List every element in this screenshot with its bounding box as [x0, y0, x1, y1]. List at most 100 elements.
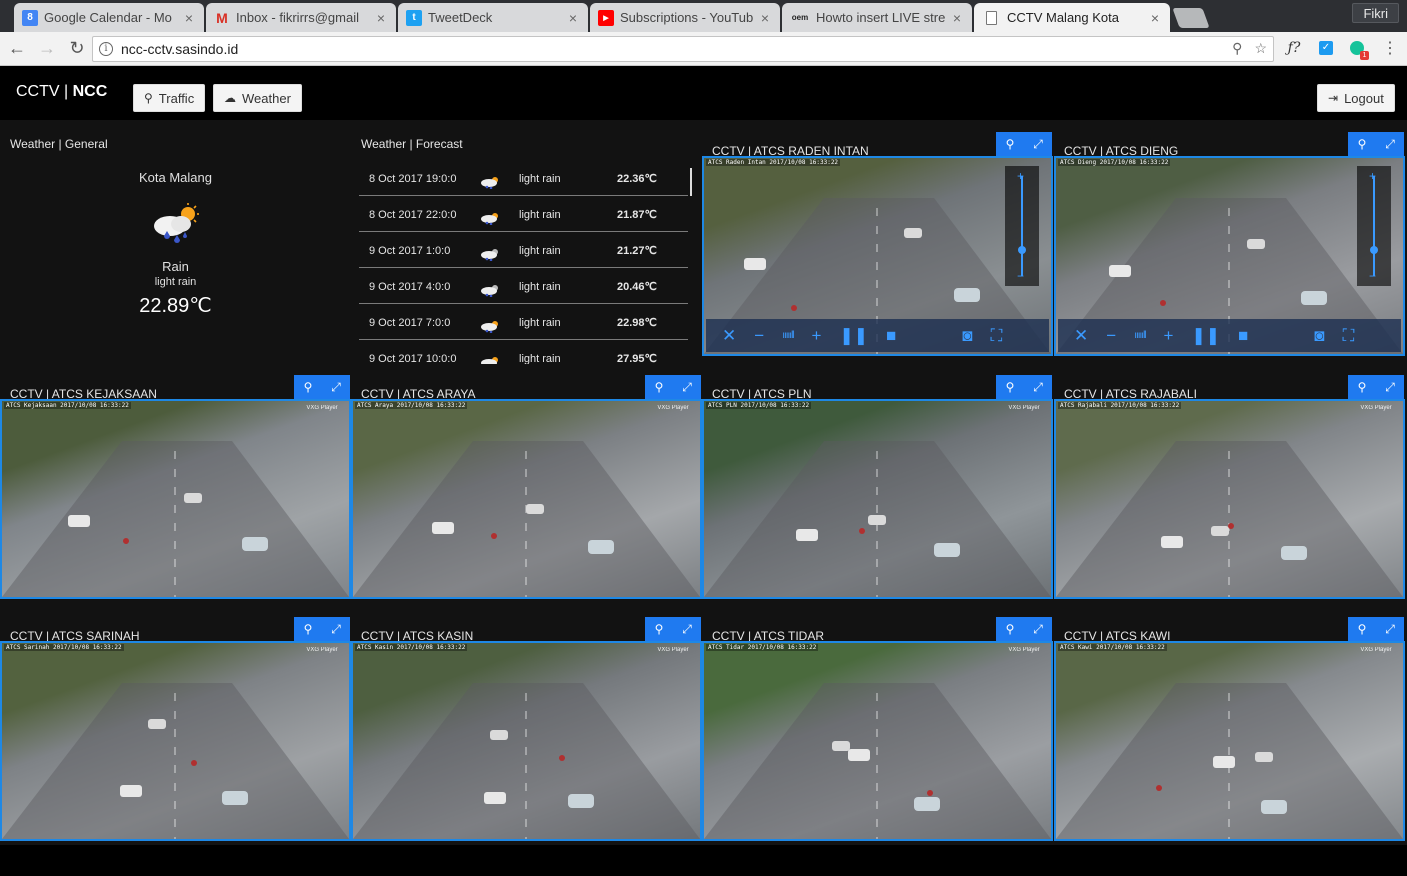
extension-fx-icon[interactable]: ƒ?	[1284, 38, 1304, 58]
expand-button[interactable]: ⤢	[1024, 132, 1052, 156]
tab-title: Howto insert LIVE stre	[816, 10, 946, 25]
volume-up-icon[interactable]: +	[1164, 326, 1174, 346]
map-pin-icon: ⚲	[1005, 137, 1015, 151]
url-text: ncc-cctv.sasindo.id	[121, 41, 239, 57]
close-icon[interactable]: ×	[566, 10, 580, 26]
volume-down-icon[interactable]: −	[754, 326, 764, 346]
zoom-out-icon[interactable]: −	[1369, 269, 1376, 283]
browser-tab[interactable]: 8 Google Calendar - Mo ×	[14, 3, 204, 32]
location-button[interactable]: ⚲	[1348, 132, 1376, 156]
browser-tab[interactable]: M Inbox - fikrirrs@gmail ×	[206, 3, 396, 32]
traffic-button[interactable]: ⚲ Traffic	[133, 84, 206, 112]
forecast-list[interactable]: 8 Oct 2017 19:0:0 light rain 22.36℃ 8 Oc…	[359, 160, 695, 364]
logout-button[interactable]: ⇥ Logout	[1317, 84, 1395, 112]
location-button[interactable]: ⚲	[996, 617, 1024, 641]
address-bar[interactable]: i ncc-cctv.sasindo.id ⚲ ☆	[92, 36, 1274, 62]
expand-button[interactable]: ⤢	[322, 617, 350, 641]
forecast-row: 9 Oct 2017 10:0:0 light rain 27.95℃	[359, 340, 688, 364]
camera-video[interactable]: ATCS PLN 2017/10/08 16:33:22 VXG Player	[702, 399, 1053, 599]
mute-icon[interactable]: ✕	[1074, 326, 1088, 346]
close-icon[interactable]: ×	[758, 10, 772, 26]
stop-icon[interactable]: ■	[886, 326, 896, 346]
camera-snapshot-icon[interactable]: ◙	[962, 326, 972, 346]
location-button[interactable]: ⚲	[996, 132, 1024, 156]
camera-snapshot-icon[interactable]: ◙	[1314, 326, 1324, 346]
star-icon[interactable]: ☆	[1254, 40, 1267, 57]
close-icon[interactable]: ×	[374, 10, 388, 26]
camera-tile: CCTV | ATCS KEJAKSAAN ⚲ ⤢ ATCS Kejaksaan…	[0, 375, 351, 618]
expand-button[interactable]: ⤢	[1376, 617, 1404, 641]
zoom-slider[interactable]: + −	[1005, 166, 1039, 286]
rain-icon	[481, 357, 498, 364]
forecast-temp: 27.95℃	[617, 353, 657, 364]
zoom-slider[interactable]: + −	[1357, 166, 1391, 286]
expand-button[interactable]: ⤢	[1024, 617, 1052, 641]
camera-video[interactable]: ATCS Tidar 2017/10/08 16:33:22 VXG Playe…	[702, 641, 1053, 841]
fullscreen-icon[interactable]: ⛶	[991, 326, 1003, 346]
volume-up-icon[interactable]: +	[812, 326, 822, 346]
camera-video[interactable]: ATCS Dieng 2017/10/08 16:33:22 + − ✕ − ı…	[1054, 156, 1405, 356]
forecast-row: 9 Oct 2017 7:0:0 light rain 22.98℃	[359, 304, 688, 340]
pause-icon[interactable]: ❚❚	[839, 326, 868, 346]
map-pin-icon: ⚲	[654, 622, 664, 636]
fullscreen-icon[interactable]: ⛶	[1343, 326, 1355, 346]
rain-sun-icon	[154, 203, 199, 243]
camera-video[interactable]: ATCS Rajabali 2017/10/08 16:33:22 VXG Pl…	[1054, 399, 1405, 599]
expand-button[interactable]: ⤢	[1376, 132, 1404, 156]
location-button[interactable]: ⚲	[996, 375, 1024, 399]
browser-tab-active[interactable]: CCTV Malang Kota ×	[974, 3, 1170, 32]
browser-tab[interactable]: oem Howto insert LIVE stre ×	[782, 3, 972, 32]
forecast-scrollbar[interactable]	[690, 168, 692, 196]
page-bottom	[0, 845, 1407, 876]
volume-bar[interactable]: ıııııll	[782, 330, 794, 341]
zoom-knob[interactable]	[1018, 246, 1026, 254]
location-button[interactable]: ⚲	[294, 617, 322, 641]
stop-icon[interactable]: ■	[1238, 326, 1248, 346]
expand-button[interactable]: ⤢	[673, 617, 701, 641]
camera-video[interactable]: ATCS Sarinah 2017/10/08 16:33:22 VXG Pla…	[0, 641, 351, 841]
close-icon[interactable]: ×	[1148, 10, 1162, 26]
location-button[interactable]: ⚲	[645, 375, 673, 399]
pin-icon[interactable]: ⚲	[1232, 40, 1242, 57]
expand-icon: ⤢	[331, 621, 341, 636]
camera-video[interactable]: ATCS Kawi 2017/10/08 16:33:22 VXG Player	[1054, 641, 1405, 841]
volume-down-icon[interactable]: −	[1106, 326, 1116, 346]
location-button[interactable]: ⚲	[1348, 375, 1376, 399]
pause-icon[interactable]: ❚❚	[1191, 326, 1220, 346]
expand-button[interactable]: ⤢	[322, 375, 350, 399]
browser-tab[interactable]: ▶ Subscriptions - YouTub ×	[590, 3, 780, 32]
camera-video[interactable]: ATCS Kasin 2017/10/08 16:33:22 VXG Playe…	[351, 641, 702, 841]
weather-button[interactable]: ☁ Weather	[213, 84, 302, 112]
calendar-icon: 8	[22, 9, 38, 26]
volume-bar[interactable]: ıııııll	[1134, 330, 1146, 341]
zoom-knob[interactable]	[1370, 246, 1378, 254]
close-icon[interactable]: ×	[950, 10, 964, 26]
close-icon[interactable]: ×	[182, 10, 196, 26]
location-button[interactable]: ⚲	[294, 375, 322, 399]
browser-tab[interactable]: t TweetDeck ×	[398, 3, 588, 32]
extension-grammarly-icon[interactable]: 1	[1347, 38, 1369, 60]
extension-check-icon[interactable]: ✓	[1316, 38, 1336, 58]
expand-button[interactable]: ⤢	[673, 375, 701, 399]
camera-video[interactable]: ATCS Araya 2017/10/08 16:33:22 VXG Playe…	[351, 399, 702, 599]
new-tab-button[interactable]	[1172, 8, 1210, 28]
map-pin-icon: ⚲	[1005, 380, 1015, 394]
mute-icon[interactable]: ✕	[722, 326, 736, 346]
camera-tile: CCTV | ATCS RADEN INTAN ⚲ ⤢ ATCS Raden I…	[702, 132, 1053, 375]
camera-video[interactable]: ATCS Raden Intan 2017/10/08 16:33:22 + −…	[702, 156, 1053, 356]
profile-button[interactable]: Fikri	[1352, 3, 1399, 23]
expand-button[interactable]: ⤢	[1376, 375, 1404, 399]
expand-icon: ⤢	[1385, 136, 1395, 151]
reload-icon[interactable]: ↻	[64, 36, 90, 62]
back-icon[interactable]: ←	[4, 36, 30, 62]
weather-main: Rain	[162, 259, 189, 274]
location-button[interactable]: ⚲	[1348, 617, 1376, 641]
forecast-date: 9 Oct 2017 7:0:0	[369, 317, 451, 329]
camera-video[interactable]: ATCS Kejaksaan 2017/10/08 16:33:22 VXG P…	[0, 399, 351, 599]
menu-icon[interactable]: ⋮	[1380, 38, 1400, 58]
forward-icon[interactable]: →	[34, 36, 60, 62]
location-button[interactable]: ⚲	[645, 617, 673, 641]
zoom-out-icon[interactable]: −	[1017, 269, 1024, 283]
info-icon[interactable]: i	[99, 42, 113, 56]
expand-button[interactable]: ⤢	[1024, 375, 1052, 399]
